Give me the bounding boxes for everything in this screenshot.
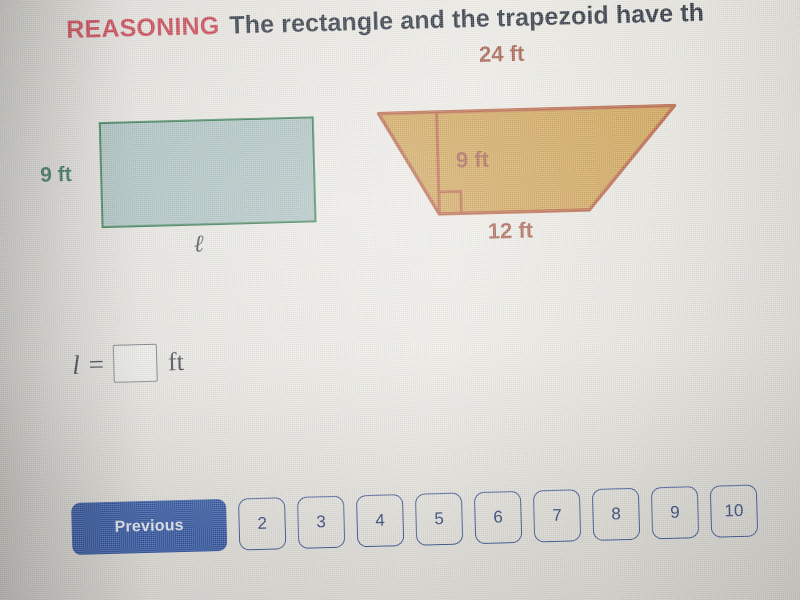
answer-input[interactable] — [112, 343, 158, 383]
rectangle-base-label: ℓ — [193, 231, 205, 258]
reasoning-tag: REASONING — [65, 11, 220, 45]
page-button-6[interactable]: 6 — [473, 490, 523, 545]
question-prompt-text: The rectangle and the trapezoid have th — [229, 0, 705, 40]
trapezoid-polygon — [376, 103, 677, 216]
previous-button[interactable]: Previous — [71, 498, 228, 556]
worksheet-page: REASONING The rectangle and the trapezoid… — [0, 0, 800, 600]
trapezoid-top-base-label: 24 ft — [478, 40, 525, 67]
answer-equals-sign: = — [88, 348, 105, 380]
page-button-5[interactable]: 5 — [414, 492, 464, 546]
trapezoid-figure — [376, 102, 680, 220]
worksheet-screen: REASONING The rectangle and the trapezoid… — [0, 0, 800, 600]
rectangle-figure — [98, 116, 317, 229]
page-button-3[interactable]: 3 — [296, 495, 346, 549]
page-button-9[interactable]: 9 — [650, 486, 700, 540]
trapezoid-shape-svg — [376, 103, 677, 216]
page-button-7[interactable]: 7 — [532, 489, 582, 543]
pagination-nav: Previous 2 3 4 5 6 7 8 9 10 — [71, 484, 759, 556]
trapezoid-height-label: 9 ft — [455, 146, 490, 173]
answer-unit-label: ft — [167, 346, 185, 377]
answer-variable-label: l — [71, 349, 81, 380]
trapezoid-bottom-base-label: 12 ft — [487, 217, 534, 244]
rectangle-height-label: 9 ft — [39, 162, 72, 187]
page-button-2[interactable]: 2 — [237, 497, 287, 551]
answer-row: l = ft — [72, 343, 185, 384]
photo-frame: REASONING The rectangle and the trapezoid… — [0, 0, 800, 600]
page-button-4[interactable]: 4 — [355, 494, 405, 548]
page-title: REASONING The rectangle and the trapezoid… — [66, 0, 705, 45]
page-button-8[interactable]: 8 — [591, 487, 641, 541]
page-button-10[interactable]: 10 — [709, 484, 759, 538]
